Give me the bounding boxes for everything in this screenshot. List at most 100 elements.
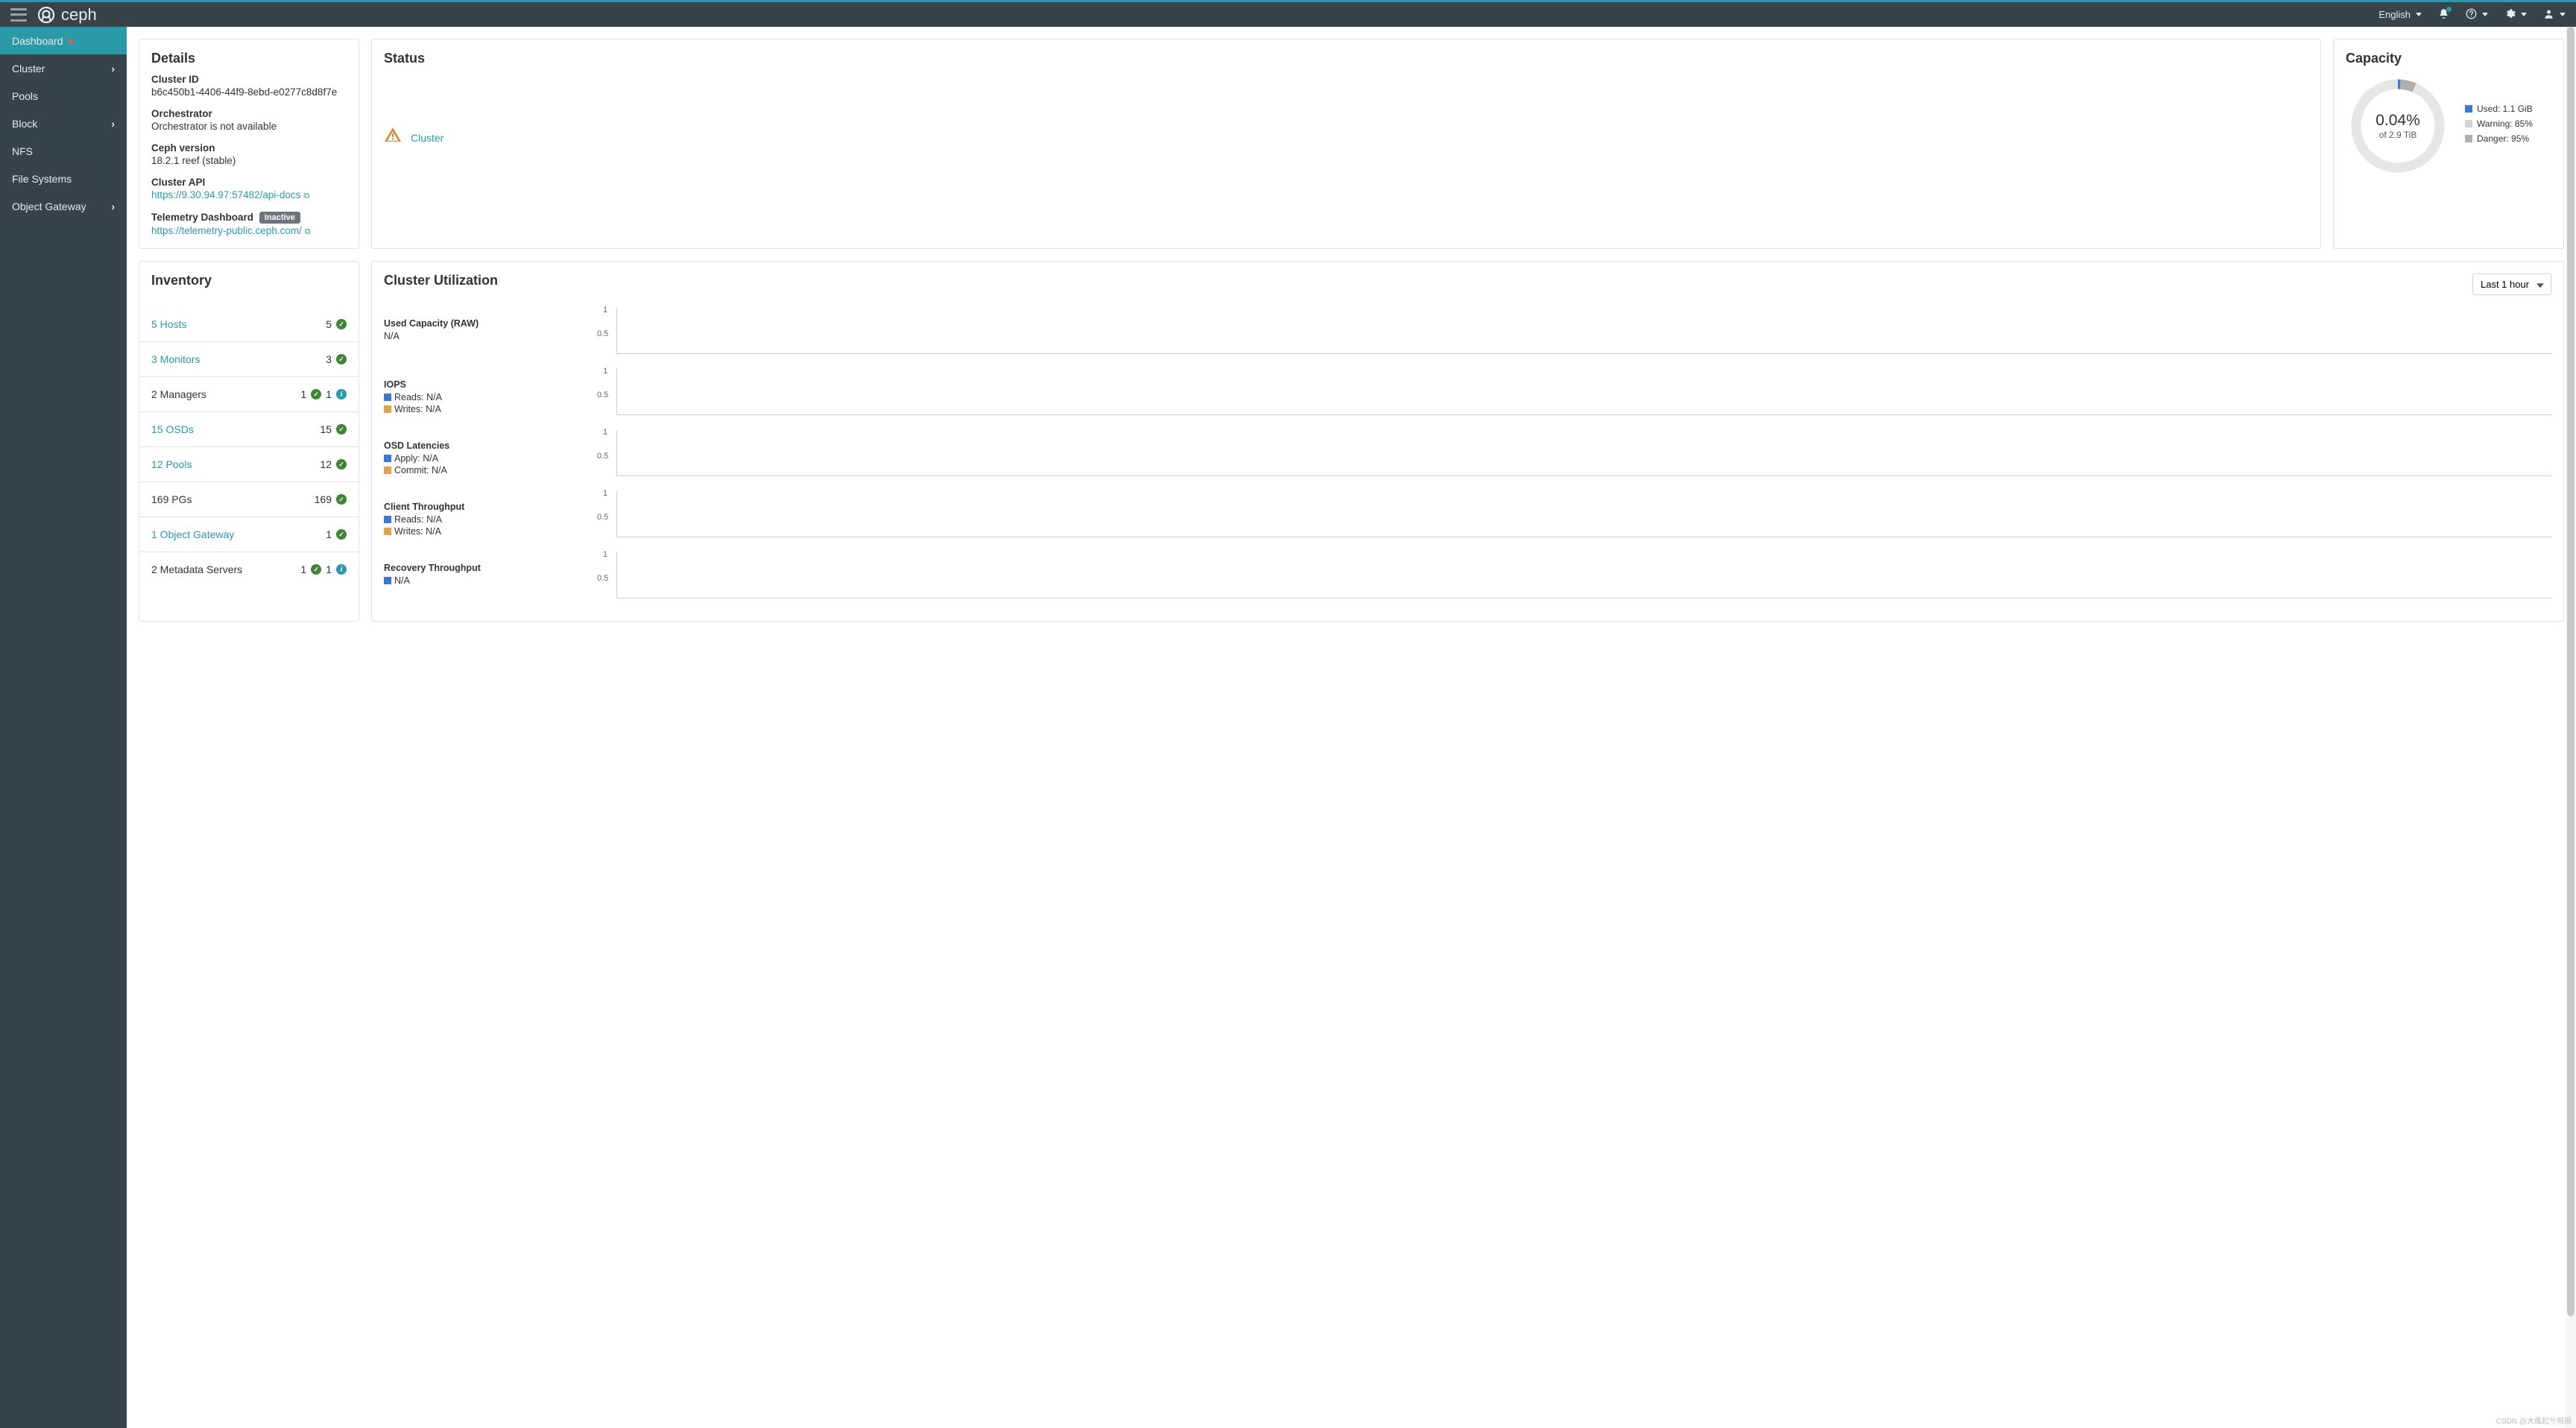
plot-area [616,552,2551,598]
inventory-status: 1✓1i [300,388,347,400]
cluster-status-link[interactable]: Cluster [411,132,443,144]
hamburger-icon[interactable] [10,8,27,22]
time-range-select[interactable]: Last 1 hour [2472,274,2551,295]
info-circle-icon: i [336,389,347,399]
chevron-down-icon [2416,13,2422,16]
util-sub: N/A [384,331,593,341]
count: 1 [300,563,306,575]
util-sub: Reads: N/A [384,514,593,525]
brand[interactable]: ceph [37,5,97,25]
swatch-icon [384,577,391,584]
inventory-row: 15 OSDs15✓ [139,411,359,446]
inventory-list: 5 Hosts5✓3 Monitors3✓2 Managers1✓1i15 OS… [139,307,359,587]
external-link-icon: ⧉ [305,227,311,236]
heart-broken-icon: ♥ [68,35,74,47]
legend-row: Warning: 85% [2465,119,2533,129]
chevron-right-icon: › [111,118,115,130]
plot-area [616,308,2551,354]
sidebar-item-nfs[interactable]: NFS [0,137,127,165]
notification-dot [2446,7,2452,12]
inventory-label[interactable]: 1 Object Gateway [151,528,234,540]
utilization-card: Cluster Utilization Last 1 hour Used Cap… [371,261,2564,622]
swatch-icon [384,405,391,413]
util-chart: 10.5 [593,548,2551,603]
chevron-right-icon: › [111,200,115,212]
chevron-down-icon [2482,13,2488,16]
count: 1 [300,388,306,400]
settings-dropdown[interactable] [2504,8,2527,22]
api-link[interactable]: https://9.30.94.97:57482/api-docs⧉ [151,189,309,200]
details-heading: Details [151,51,347,66]
version-label: Ceph version [151,142,347,154]
inventory-label[interactable]: 5 Hosts [151,318,186,330]
util-sub-label: Writes: N/A [394,526,441,537]
util-sub: N/A [384,575,593,586]
sidebar-item-pools[interactable]: Pools [0,82,127,110]
inventory-label: 2 Metadata Servers [151,563,242,575]
help-dropdown[interactable] [2466,8,2488,22]
sidebar-item-block[interactable]: Block› [0,110,127,137]
inventory-label[interactable]: 15 OSDs [151,423,194,435]
inventory-label[interactable]: 12 Pools [151,458,192,470]
capacity-donut: 0.04% of 2.9 TiB [2346,74,2450,178]
orchestrator-value: Orchestrator is not available [151,121,347,132]
chevron-right-icon: › [111,63,115,75]
inventory-label[interactable]: 3 Monitors [151,353,200,365]
count: 169 [315,493,332,505]
inventory-status: 1✓ [326,528,347,540]
swatch-icon [384,528,391,535]
plot-area [616,430,2551,476]
util-sub-label: Reads: N/A [394,392,442,402]
inventory-status: 12✓ [320,458,347,470]
util-sub: Reads: N/A [384,392,593,402]
count: 1 [326,528,332,540]
sidebar-item-file-systems[interactable]: File Systems [0,165,127,192]
inventory-status: 169✓ [315,493,347,505]
sidebar-item-dashboard[interactable]: Dashboard♥ [0,27,127,54]
util-sub: Writes: N/A [384,526,593,537]
plot-area [616,369,2551,415]
util-sub: Commit: N/A [384,465,593,476]
notifications-button[interactable] [2438,8,2449,22]
topbar: ceph English [0,2,2576,27]
watermark: CSDN @大風起兮飛揚 [2496,1415,2572,1426]
capacity-total: of 2.9 TiB [2379,130,2417,140]
check-circle-icon: ✓ [336,459,347,470]
sidebar-item-object-gateway[interactable]: Object Gateway› [0,192,127,220]
user-dropdown[interactable] [2543,8,2566,22]
sidebar-item-cluster[interactable]: Cluster› [0,54,127,82]
brand-text: ceph [61,5,97,25]
sidebar: Dashboard♥Cluster›PoolsBlock›NFSFile Sys… [0,27,127,1428]
util-chart: 10.5 [593,426,2551,481]
warning-icon [384,126,402,149]
util-sub-label: Writes: N/A [394,404,441,414]
scrollbar[interactable] [2566,27,2576,1428]
inventory-row: 5 Hosts 5✓ [139,307,359,341]
capacity-card: Capacity 0.04% of 2.9 TiB Used: 1. [2333,39,2564,249]
util-chart: 10.5 [593,303,2551,358]
util-sub-label: Commit: N/A [394,465,447,476]
count: 15 [320,423,332,435]
details-card: Details Cluster ID b6c450b1-4406-44f9-8e… [139,39,359,249]
swatch-icon [384,455,391,462]
help-icon [2466,8,2477,22]
util-sub-label: Reads: N/A [394,514,442,525]
check-circle-icon: ✓ [336,529,347,540]
swatch-icon [384,467,391,474]
external-link-icon: ⧉ [303,192,309,200]
inventory-row: 2 Metadata Servers1✓1i [139,552,359,587]
scrollbar-thumb[interactable] [2567,27,2575,1316]
inventory-status: 5✓ [326,318,347,330]
language-label: English [2378,9,2411,20]
swatch-icon [2465,105,2472,113]
info-circle-icon: i [336,564,347,575]
swatch-icon [384,516,391,523]
util-title: Client Throughput [384,502,593,512]
language-dropdown[interactable]: English [2378,9,2422,20]
legend-label: Used: 1.1 GiB [2477,104,2533,114]
inventory-row: 169 PGs169✓ [139,481,359,516]
inventory-status: 3✓ [326,353,347,365]
legend-row: Danger: 95% [2465,133,2533,144]
telemetry-link[interactable]: https://telemetry-public.ceph.com/⧉ [151,225,311,236]
check-circle-icon: ✓ [336,354,347,364]
